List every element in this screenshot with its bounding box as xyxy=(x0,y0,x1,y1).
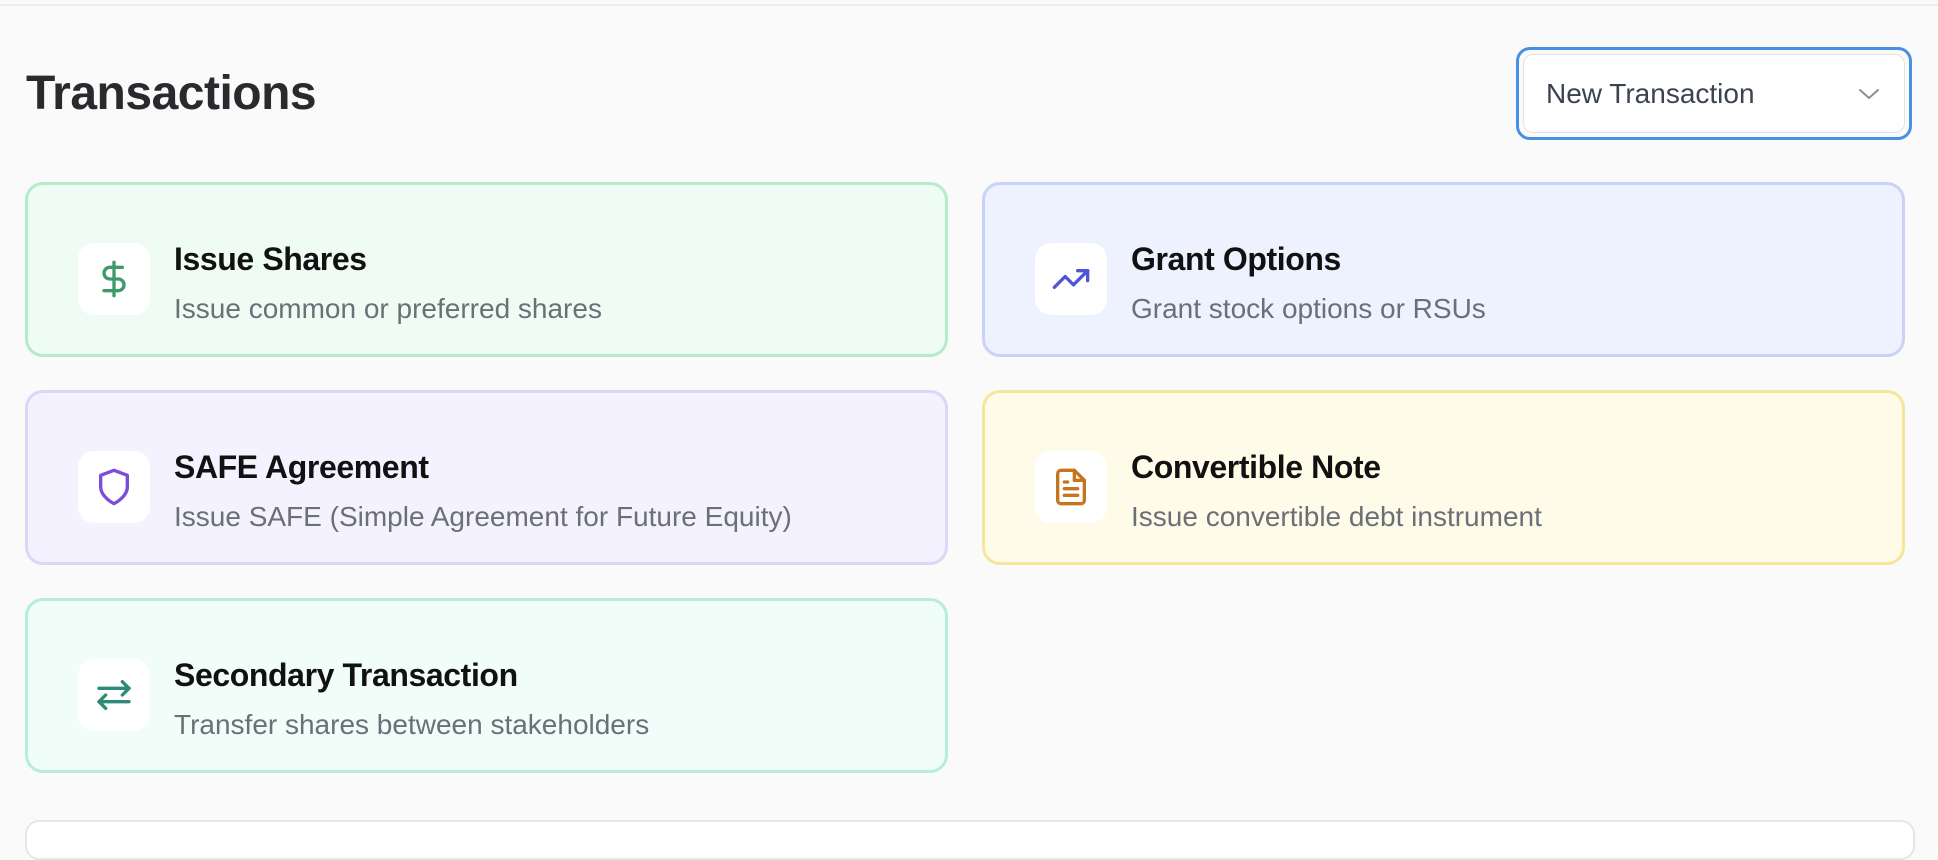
top-divider xyxy=(0,4,1938,6)
card-description: Issue SAFE (Simple Agreement for Future … xyxy=(174,501,792,532)
card-title: Issue Shares xyxy=(174,241,367,277)
card-description: Transfer shares between stakeholders xyxy=(174,709,650,740)
convertible-note-icon-box xyxy=(1035,451,1107,523)
convertible-note-card[interactable]: Convertible Note Issue convertible debt … xyxy=(982,390,1905,565)
card-description: Grant stock options or RSUs xyxy=(1131,293,1486,324)
grant-options-card[interactable]: Grant Options Grant stock options or RSU… xyxy=(982,182,1905,357)
card-title: Secondary Transaction xyxy=(174,657,518,693)
secondary-transaction-card[interactable]: Secondary Transaction Transfer shares be… xyxy=(25,598,948,773)
document-icon xyxy=(1056,468,1086,506)
new-transaction-select-value: New Transaction xyxy=(1546,77,1755,109)
issue-shares-card[interactable]: Issue Shares Issue common or preferred s… xyxy=(25,182,948,357)
card-title: Convertible Note xyxy=(1131,449,1381,485)
page-title: Transactions xyxy=(26,67,317,120)
chevron-down-icon xyxy=(1858,87,1880,101)
safe-agreement-card[interactable]: SAFE Agreement Issue SAFE (Simple Agreem… xyxy=(25,390,948,565)
card-title: Grant Options xyxy=(1131,241,1341,277)
card-description: Issue common or preferred shares xyxy=(174,293,602,324)
shield-icon xyxy=(99,468,129,506)
bottom-panel xyxy=(25,820,1915,860)
new-transaction-select[interactable]: New Transaction xyxy=(1523,54,1905,133)
trending-up-icon xyxy=(1052,269,1090,289)
card-description: Issue convertible debt instrument xyxy=(1131,501,1542,532)
dollar-icon xyxy=(102,260,126,298)
secondary-transaction-icon-box xyxy=(78,659,150,731)
new-transaction-select-focus-ring: New Transaction xyxy=(1516,47,1912,140)
card-title: SAFE Agreement xyxy=(174,449,429,485)
grant-options-icon-box xyxy=(1035,243,1107,315)
issue-shares-icon-box xyxy=(78,243,150,315)
safe-agreement-icon-box xyxy=(78,451,150,523)
arrows-exchange-icon xyxy=(97,680,131,710)
